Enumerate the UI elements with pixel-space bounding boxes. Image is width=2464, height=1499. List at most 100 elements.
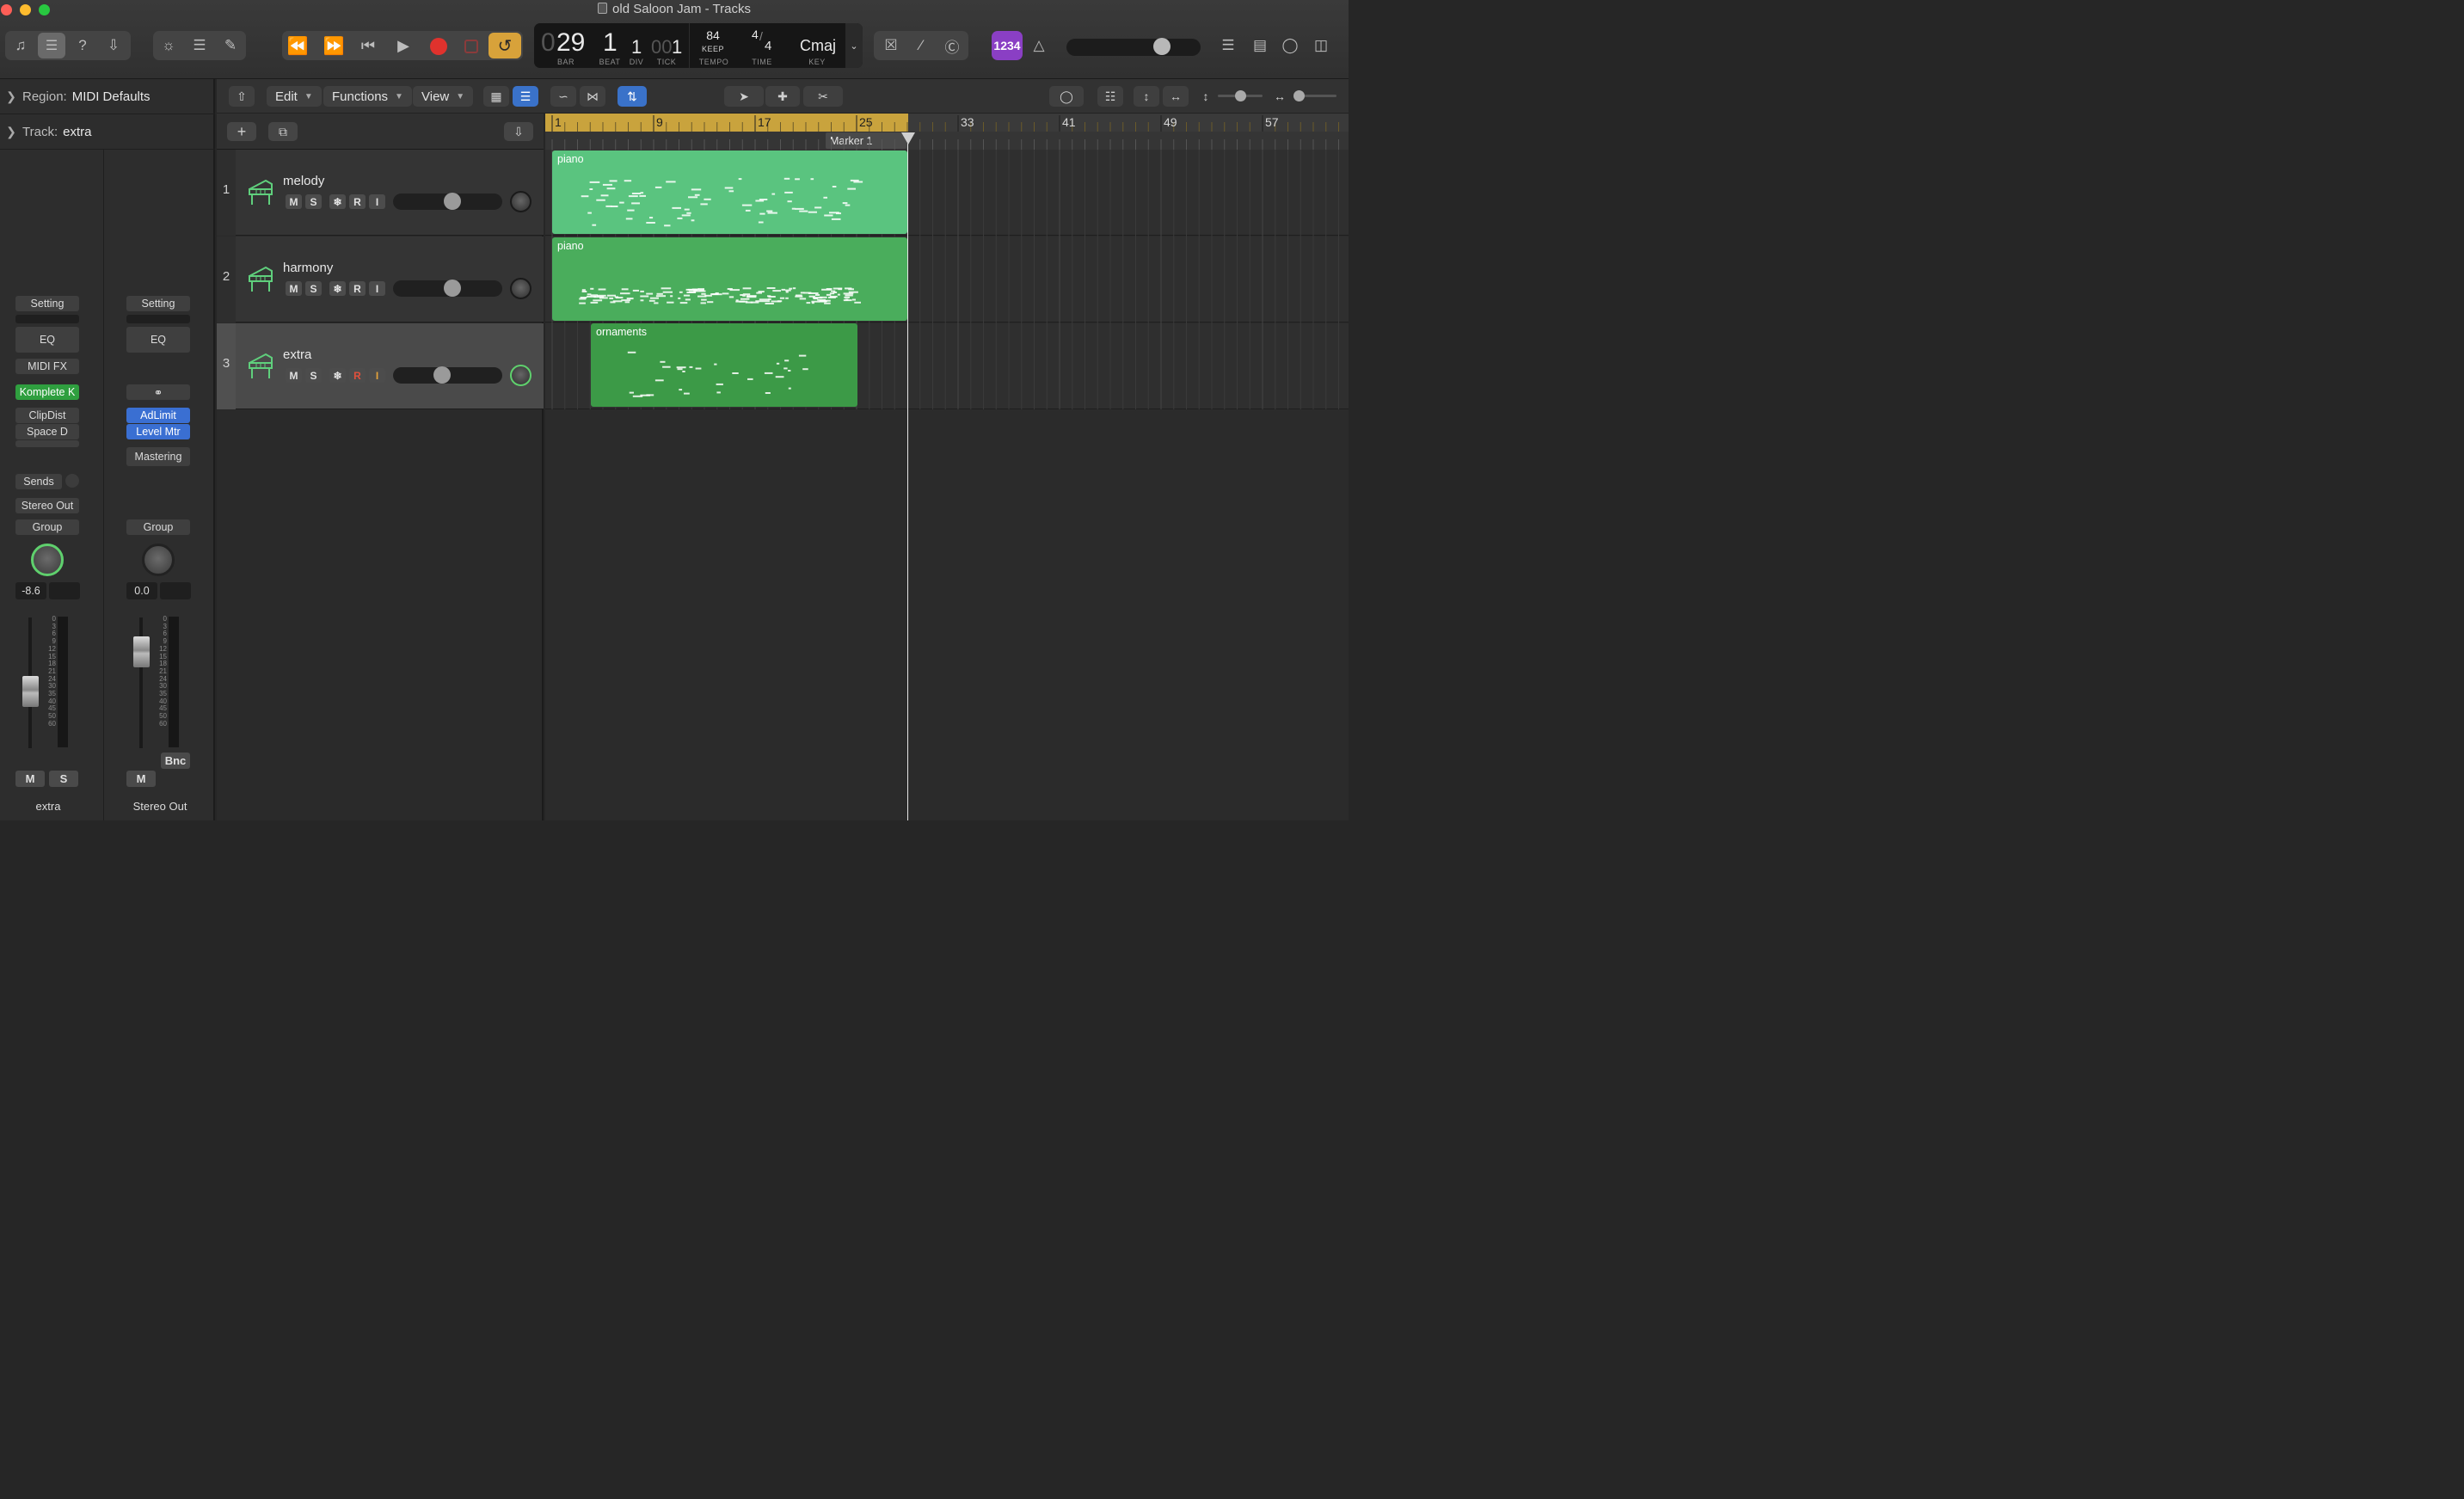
media-browser-icon[interactable]: ◫: [1307, 33, 1335, 58]
track-solo-button[interactable]: S: [305, 194, 322, 209]
track-pan-knob[interactable]: [510, 191, 532, 212]
replace-icon[interactable]: ☒: [877, 33, 905, 58]
strip1-pan-knob[interactable]: [31, 544, 64, 576]
strip2-fader-cap[interactable]: [133, 636, 150, 667]
view-menu[interactable]: View ▼: [413, 86, 474, 107]
toolbar-toggle-icon[interactable]: ⇩: [100, 33, 127, 58]
strip1-eq-button[interactable]: EQ: [15, 327, 79, 353]
key-value[interactable]: Cmaj: [800, 37, 836, 55]
strip1-insert-2[interactable]: Space D: [15, 424, 79, 439]
catch-icon[interactable]: ◯: [1049, 86, 1084, 107]
track-record-button[interactable]: R: [349, 368, 366, 383]
flex-icon[interactable]: ⋈: [580, 86, 605, 107]
library-icon[interactable]: ♫: [7, 33, 34, 58]
track-header-harmony[interactable]: 2 harmony M S ❄ R I: [217, 237, 544, 323]
master-volume-slider[interactable]: [1066, 38, 1201, 56]
strip2-link-slot[interactable]: ⚭: [126, 384, 190, 400]
track-record-button[interactable]: R: [349, 281, 366, 296]
strip1-solo-button[interactable]: S: [49, 771, 78, 787]
smart-controls-icon[interactable]: ☼: [155, 33, 182, 58]
strip2-bounce-button[interactable]: Bnc: [161, 753, 190, 769]
strip1-midi-fx-slot[interactable]: MIDI FX: [15, 359, 79, 374]
cycle-icon[interactable]: ↺: [488, 33, 521, 58]
strip2-group-slot[interactable]: Group: [126, 519, 190, 535]
strip2-pan-knob[interactable]: [142, 544, 175, 576]
playhead-line[interactable]: [907, 132, 908, 820]
note-pad-icon[interactable]: ▤: [1246, 33, 1274, 58]
strip2-volume-value[interactable]: 0.0: [126, 582, 157, 599]
track-mute-button[interactable]: M: [286, 368, 302, 383]
track-name[interactable]: melody: [283, 174, 324, 188]
play-icon[interactable]: ▶: [390, 33, 417, 58]
strip1-insert-empty[interactable]: [15, 440, 79, 447]
strip1-sends-slot[interactable]: Sends: [15, 474, 62, 489]
track-name[interactable]: extra: [283, 347, 311, 362]
list-view-icon[interactable]: ☰: [513, 86, 538, 107]
cursor-tool-icon[interactable]: ✚: [765, 86, 800, 107]
lcd-chevron-down-icon[interactable]: ⌄: [845, 23, 863, 68]
freeze-icon[interactable]: ❄: [329, 368, 346, 383]
fast-forward-icon[interactable]: ⏩: [320, 33, 347, 58]
track-mute-button[interactable]: M: [286, 194, 302, 209]
track-volume-thumb[interactable]: [433, 366, 451, 384]
add-track-icon[interactable]: +: [227, 122, 256, 141]
automation-icon[interactable]: ∽: [550, 86, 576, 107]
track-input-monitor-button[interactable]: I: [369, 368, 385, 383]
track-volume-slider[interactable]: [393, 366, 502, 384]
horizontal-zoom-slider[interactable]: [1293, 90, 1336, 101]
strip2-mute-button[interactable]: M: [126, 771, 156, 787]
capture-record-icon[interactable]: [464, 40, 478, 53]
rewind-icon[interactable]: ⏪: [284, 33, 311, 58]
region-inspector-header[interactable]: ❯ Region: MIDI Defaults: [0, 79, 215, 114]
strip2-mastering-slot[interactable]: Mastering: [126, 447, 190, 466]
functions-menu[interactable]: Functions ▼: [323, 86, 412, 107]
strip1-group-slot[interactable]: Group: [15, 519, 79, 535]
tempo-mode[interactable]: KEEP: [700, 45, 726, 53]
lcd-display[interactable]: 0 29 1 1 00 1 BAR BEAT DIV TICK 84 KEEP …: [534, 23, 863, 68]
strip1-setting-button[interactable]: Setting: [15, 296, 79, 311]
edit-menu[interactable]: Edit ▼: [267, 86, 322, 107]
tempo-value[interactable]: 84: [700, 28, 726, 42]
track-input-monitor-button[interactable]: I: [369, 194, 385, 209]
strip2-eq-button[interactable]: EQ: [126, 327, 190, 353]
track-name[interactable]: harmony: [283, 261, 333, 275]
count-in-button[interactable]: 1234: [992, 31, 1023, 60]
strip2-setting-button[interactable]: Setting: [126, 296, 190, 311]
bar-ruler[interactable]: Marker 1 1 9 17 25 33 41 49 57: [545, 114, 1349, 150]
strip1-send-knob[interactable]: [65, 474, 79, 488]
track-inspector-header[interactable]: ❯ Track: extra: [0, 114, 215, 150]
strip1-fader-cap[interactable]: [22, 676, 39, 707]
freeze-icon[interactable]: ❄: [329, 281, 346, 296]
strip1-gain-slot[interactable]: [15, 315, 79, 323]
strip1-instrument-slot[interactable]: Komplete K: [15, 384, 79, 400]
time-signature-denominator[interactable]: 4: [765, 39, 771, 53]
up-arrow-icon[interactable]: ⇧: [229, 86, 255, 107]
waveform-zoom-icon[interactable]: ☷: [1097, 86, 1123, 107]
grid-view-icon[interactable]: ▦: [483, 86, 509, 107]
track-pan-knob[interactable]: [510, 278, 532, 299]
scissors-tool-icon[interactable]: ✂: [803, 86, 843, 107]
global-tracks-icon[interactable]: ⇩: [504, 122, 533, 141]
track-solo-button[interactable]: S: [305, 281, 322, 296]
track-pan-knob[interactable]: [510, 365, 532, 386]
horizontal-zoom-thumb[interactable]: [1293, 90, 1305, 101]
vertical-zoom-thumb[interactable]: [1235, 90, 1246, 101]
mixer-icon[interactable]: ☰: [186, 33, 213, 58]
metronome-icon[interactable]: △: [1025, 33, 1053, 58]
region-ornaments[interactable]: ornaments: [591, 323, 857, 407]
track-volume-slider[interactable]: [393, 193, 502, 210]
track-input-monitor-button[interactable]: I: [369, 281, 385, 296]
strip1-output-slot[interactable]: Stereo Out: [15, 498, 79, 513]
strip1-insert-1[interactable]: ClipDist: [15, 408, 79, 423]
tuner-icon[interactable]: ⁄: [907, 33, 935, 58]
strip1-mute-button[interactable]: M: [15, 771, 45, 787]
go-to-start-icon[interactable]: ⏮: [354, 33, 382, 58]
track-volume-thumb[interactable]: [444, 193, 461, 210]
strip2-insert-2[interactable]: Level Mtr: [126, 424, 190, 439]
freeze-icon[interactable]: ❄: [329, 194, 346, 209]
vertical-zoom-slider[interactable]: [1218, 90, 1263, 101]
record-icon[interactable]: [430, 38, 447, 55]
pointer-tool-icon[interactable]: ➤: [724, 86, 764, 107]
region-piano-harmony[interactable]: piano: [552, 237, 907, 321]
inspector-toggle-icon[interactable]: ☰: [38, 33, 65, 58]
